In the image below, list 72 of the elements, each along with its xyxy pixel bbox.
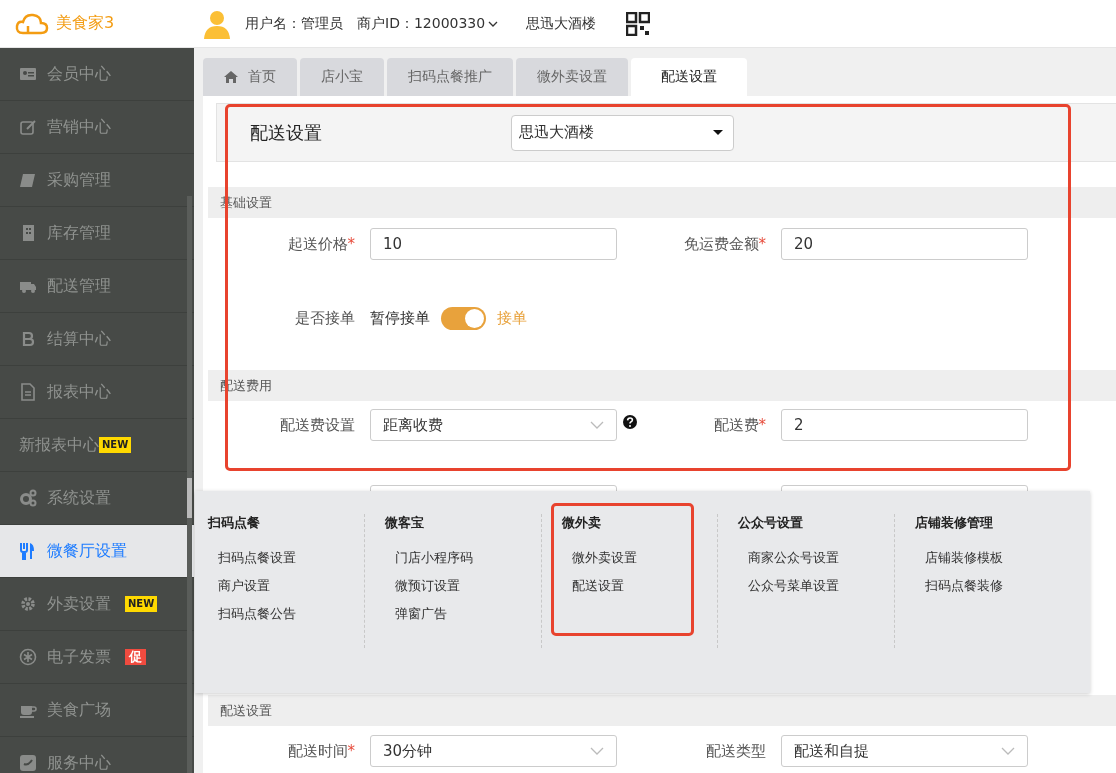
tab[interactable]: 配送设置 (631, 58, 747, 96)
chevron-down-icon (488, 19, 499, 28)
store-select[interactable]: 思迅大酒楼 (511, 114, 734, 151)
tab[interactable]: 首页 (203, 58, 297, 96)
edit-icon (19, 118, 37, 136)
new-badge: NEW (125, 596, 158, 612)
asterisk-circle-icon (19, 648, 37, 666)
menu-item[interactable]: 店铺装修模板 (924, 544, 1003, 572)
toggle-off-label: 暂停接单 (370, 308, 430, 328)
scrollbar-thumb[interactable] (187, 478, 192, 518)
promo-badge: 促 (125, 649, 146, 665)
input-field[interactable]: 2 (781, 409, 1028, 441)
menu-item[interactable]: 扫码点餐设置 (218, 544, 296, 572)
menu-item[interactable]: 扫码点餐装修 (924, 572, 1003, 600)
id-card-icon (19, 65, 37, 83)
input-field[interactable]: 20 (781, 228, 1028, 260)
menu-item[interactable]: 扫码点餐公告 (218, 600, 296, 628)
select-field[interactable]: 配送和自提 (781, 735, 1028, 767)
book-icon (19, 171, 37, 189)
menu-item[interactable]: 商家公众号设置 (748, 544, 840, 572)
menu-group-title: 公众号设置 (738, 514, 805, 532)
toggle-on-label: 接单 (497, 308, 527, 328)
caret-down-icon (713, 130, 723, 135)
menu-group-title: 扫码点餐 (208, 514, 261, 532)
home-icon (224, 70, 238, 84)
input-field[interactable]: 10 (370, 228, 617, 260)
menu-item[interactable]: 弹窗广告 (395, 600, 448, 628)
required-mark: * (758, 415, 766, 434)
app-logo-text: 美食家3 (56, 13, 115, 34)
qr-code-icon (626, 11, 651, 36)
section-header: 配送设置 (208, 695, 1116, 726)
store-name: 思迅大酒楼 (526, 14, 597, 33)
tab[interactable]: 店小宝 (300, 58, 384, 96)
required-mark: * (758, 234, 766, 253)
new-badge: NEW (99, 437, 132, 453)
chevron-down-icon (1001, 747, 1015, 755)
page-title: 配送设置 (250, 120, 323, 145)
required-mark: * (347, 234, 355, 253)
sidebar-item[interactable]: 新报表中心 NEW (0, 419, 194, 472)
field-label: 是否接单 (295, 308, 355, 327)
menu-item[interactable]: 商户设置 (218, 572, 270, 600)
menu-group-title: 微外卖 (561, 514, 602, 532)
tab[interactable]: 扫码点餐推广 (387, 58, 513, 96)
chevron-down-icon (590, 747, 604, 755)
field-label: 配送时间 (287, 741, 348, 760)
field-label: 配送费 (713, 415, 759, 434)
tab[interactable]: 微外卖设置 (516, 58, 628, 96)
menu-group-title: 微客宝 (385, 514, 426, 532)
required-mark: * (347, 741, 355, 760)
menu-item[interactable]: 门店小程序码 (395, 544, 474, 572)
sidebar-item[interactable]: 外卖设置 NEW (0, 578, 194, 631)
menu-item[interactable]: 公众号菜单设置 (748, 572, 840, 600)
field-label: 起送价格 (287, 234, 348, 253)
user-avatar-icon (203, 8, 231, 39)
sidebar-item[interactable]: 电子发票 促 (0, 631, 194, 684)
menu-item[interactable]: 微预订设置 (395, 572, 461, 600)
utensils-icon (19, 542, 37, 560)
field-label: 免运费金额 (683, 234, 759, 253)
gear-icon (19, 595, 37, 613)
field-label: 配送费设置 (280, 415, 355, 434)
menu-group-title: 店铺装修管理 (914, 514, 994, 532)
menu-item[interactable]: 配送设置 (571, 572, 624, 600)
select-field[interactable]: 30分钟 (370, 735, 617, 767)
chevron-down-icon (590, 421, 604, 429)
select-field[interactable]: 距离收费 (370, 409, 617, 441)
gears-icon (19, 489, 37, 507)
field-label: 配送类型 (706, 741, 766, 760)
username-label: 用户名：管理员 (245, 14, 343, 33)
menu-item[interactable]: 微外卖设置 (571, 544, 637, 572)
merchant-id-dropdown[interactable]: 商户ID：12000330 (357, 14, 499, 33)
document-icon (19, 383, 37, 401)
toggle-switch[interactable] (441, 306, 486, 330)
